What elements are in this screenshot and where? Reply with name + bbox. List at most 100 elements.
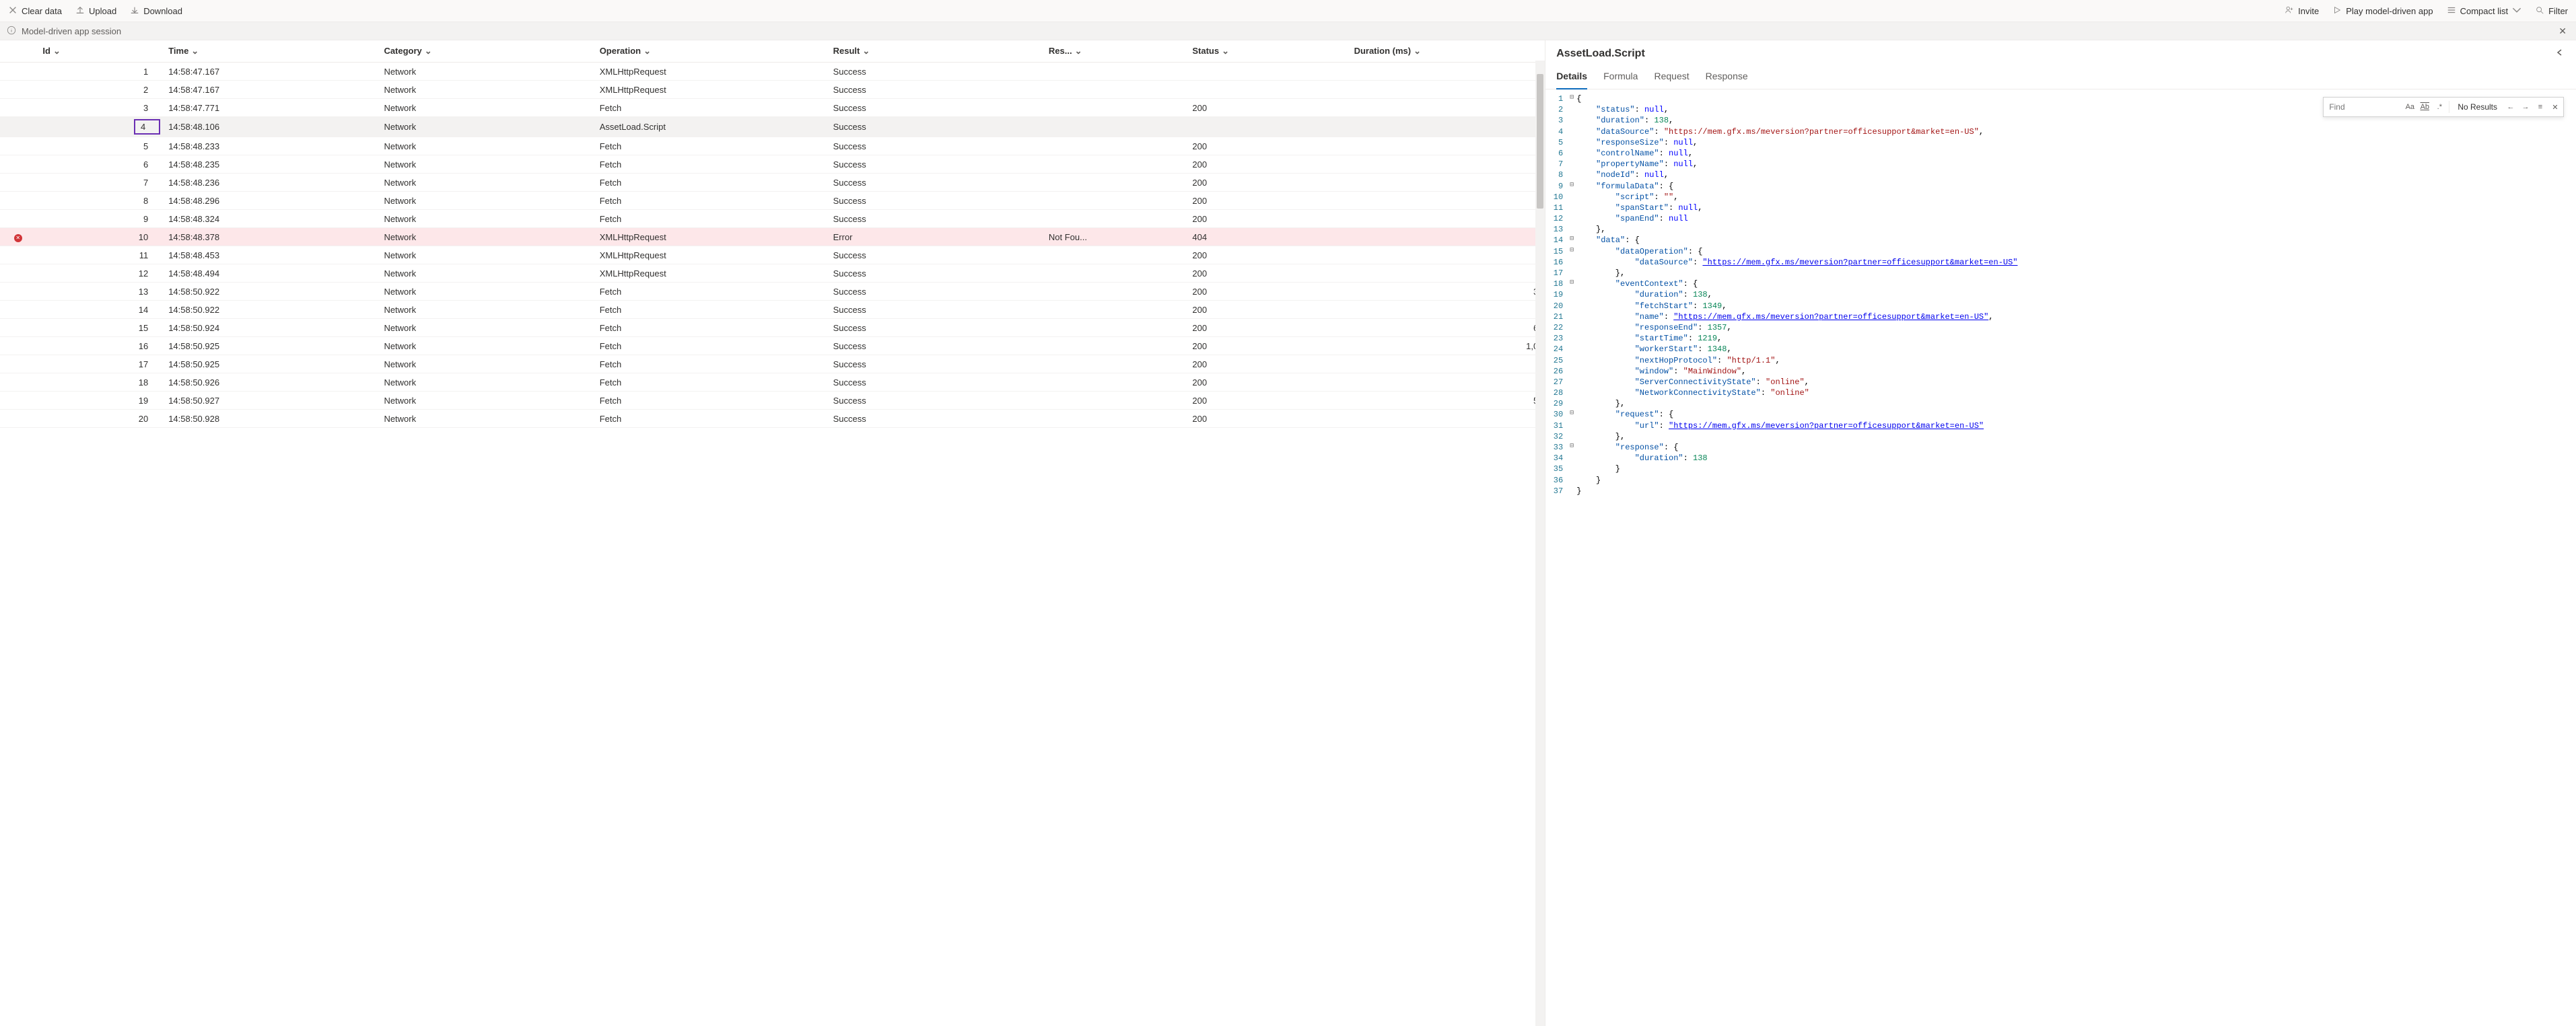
cell-category: Network	[377, 81, 592, 99]
col-time[interactable]: Time⌄	[162, 40, 377, 63]
code-content: "data": {	[1576, 235, 1640, 246]
col-result[interactable]: Result⌄	[827, 40, 1042, 63]
cell-result: Success	[827, 137, 1042, 155]
code-content: "duration": 138,	[1576, 289, 1712, 300]
cell-status: 200	[1185, 99, 1347, 117]
cell-res-info	[1042, 283, 1186, 301]
code-content: }	[1576, 464, 1620, 474]
line-number: 15	[1545, 246, 1567, 257]
clear-data-button[interactable]: Clear data	[8, 5, 62, 17]
find-selection-button[interactable]: ≡	[2535, 102, 2546, 112]
code-line: 10 "script": "",	[1545, 192, 2576, 203]
code-line: 19 "duration": 138,	[1545, 289, 2576, 300]
table-row[interactable]: 1714:58:50.925NetworkFetchSuccess200	[0, 355, 1545, 373]
cell-category: Network	[377, 373, 592, 392]
fold-toggle[interactable]: ⊟	[1567, 94, 1576, 103]
code-line: 16 "dataSource": "https://mem.gfx.ms/mev…	[1545, 257, 2576, 268]
line-number: 17	[1545, 268, 1567, 279]
table-row[interactable]: 1214:58:48.494NetworkXMLHttpRequestSucce…	[0, 264, 1545, 283]
table-row[interactable]: 314:58:47.771NetworkFetchSuccess200	[0, 99, 1545, 117]
col-status[interactable]: Status⌄	[1185, 40, 1347, 63]
table-row[interactable]: 1114:58:48.453NetworkXMLHttpRequestSucce…	[0, 246, 1545, 264]
cell-res-info	[1042, 301, 1186, 319]
cell-category: Network	[377, 192, 592, 210]
tab-request[interactable]: Request	[1654, 67, 1689, 89]
find-input[interactable]	[2326, 101, 2400, 113]
fold-toggle[interactable]: ⊟	[1567, 279, 1576, 288]
json-viewer[interactable]: 1⊟{2 "status": null,3 "duration": 138,4 …	[1545, 89, 2576, 1026]
fold-toggle[interactable]: ⊟	[1567, 235, 1576, 244]
cell-result: Success	[827, 174, 1042, 192]
code-content: "spanStart": null,	[1576, 203, 1702, 213]
cell-res-info	[1042, 155, 1186, 174]
cell-time: 14:58:50.922	[162, 301, 377, 319]
col-res-info[interactable]: Res...⌄	[1042, 40, 1186, 63]
find-prev-button[interactable]: ←	[2505, 102, 2516, 112]
cell-id: 10	[36, 228, 162, 246]
row-status-icon	[0, 192, 36, 210]
table-row[interactable]: 414:58:48.106NetworkAssetLoad.ScriptSucc…	[0, 117, 1545, 137]
table-row[interactable]: 114:58:47.167NetworkXMLHttpRequestSucces…	[0, 63, 1545, 81]
invite-button[interactable]: Invite	[2285, 5, 2319, 17]
vertical-scrollbar[interactable]	[1535, 61, 1545, 1026]
line-number: 22	[1545, 322, 1567, 333]
line-number: 27	[1545, 377, 1567, 388]
col-operation[interactable]: Operation⌄	[593, 40, 827, 63]
tab-response[interactable]: Response	[1706, 67, 1748, 89]
line-number: 29	[1545, 398, 1567, 409]
col-category[interactable]: Category⌄	[377, 40, 592, 63]
cell-operation: Fetch	[593, 301, 827, 319]
cell-category: Network	[377, 210, 592, 228]
table-row[interactable]: 614:58:48.235NetworkFetchSuccess200	[0, 155, 1545, 174]
table-row[interactable]: ✕1014:58:48.378NetworkXMLHttpRequestErro…	[0, 228, 1545, 246]
row-status-icon: ✕	[0, 228, 36, 246]
table-row[interactable]: 1514:58:50.924NetworkFetchSuccess2006	[0, 319, 1545, 337]
code-content: }	[1576, 475, 1601, 486]
table-row[interactable]: 1414:58:50.922NetworkFetchSuccess200	[0, 301, 1545, 319]
line-number: 20	[1545, 301, 1567, 312]
cell-duration	[1348, 117, 1545, 137]
play-app-button[interactable]: Play model-driven app	[2332, 5, 2433, 17]
table-row[interactable]: 1814:58:50.926NetworkFetchSuccess200	[0, 373, 1545, 392]
table-row[interactable]: 1614:58:50.925NetworkFetchSuccess2001,0	[0, 337, 1545, 355]
table-row[interactable]: 514:58:48.233NetworkFetchSuccess200	[0, 137, 1545, 155]
fold-toggle[interactable]: ⊟	[1567, 409, 1576, 418]
whole-word-button[interactable]: Ab	[2419, 102, 2430, 112]
download-button[interactable]: Download	[130, 5, 182, 17]
find-close-button[interactable]: ✕	[2550, 102, 2561, 112]
detail-tabs: Details Formula Request Response	[1545, 60, 2576, 89]
toolbar-right: Invite Play model-driven app Compact lis…	[2285, 5, 2568, 17]
col-id[interactable]: Id⌄	[36, 40, 162, 63]
cell-time: 14:58:48.233	[162, 137, 377, 155]
cell-result: Success	[827, 81, 1042, 99]
tab-formula[interactable]: Formula	[1603, 67, 1638, 89]
cell-status: 200	[1185, 264, 1347, 283]
fold-toggle[interactable]: ⊟	[1567, 442, 1576, 451]
col-duration[interactable]: Duration (ms)⌄	[1348, 40, 1545, 63]
table-row[interactable]: 214:58:47.167NetworkXMLHttpRequestSucces…	[0, 81, 1545, 99]
upload-button[interactable]: Upload	[75, 5, 116, 17]
table-row[interactable]: 714:58:48.236NetworkFetchSuccess200	[0, 174, 1545, 192]
cell-category: Network	[377, 264, 592, 283]
fold-toggle[interactable]: ⊟	[1567, 181, 1576, 190]
match-case-button[interactable]: Aa	[2404, 102, 2415, 112]
regex-button[interactable]: .*	[2434, 102, 2445, 112]
table-row[interactable]: 814:58:48.296NetworkFetchSuccess200	[0, 192, 1545, 210]
tab-details[interactable]: Details	[1556, 67, 1587, 89]
col-icon[interactable]	[0, 40, 36, 63]
table-row[interactable]: 2014:58:50.928NetworkFetchSuccess200	[0, 410, 1545, 428]
find-next-button[interactable]: →	[2520, 102, 2531, 112]
events-table-wrap[interactable]: Id⌄ Time⌄ Category⌄ Operation⌄ Result⌄ R…	[0, 40, 1545, 1026]
compact-list-button[interactable]: Compact list	[2447, 5, 2522, 17]
scrollbar-thumb[interactable]	[1537, 74, 1543, 209]
cell-duration	[1348, 301, 1545, 319]
expand-pane-button[interactable]	[2554, 47, 2565, 60]
filter-button[interactable]: Filter	[2535, 5, 2568, 17]
row-status-icon	[0, 410, 36, 428]
session-close-button[interactable]: ✕	[2556, 26, 2569, 37]
cell-id: 4	[36, 117, 162, 137]
fold-toggle[interactable]: ⊟	[1567, 246, 1576, 256]
table-row[interactable]: 1314:58:50.922NetworkFetchSuccess2003	[0, 283, 1545, 301]
table-row[interactable]: 1914:58:50.927NetworkFetchSuccess2005	[0, 392, 1545, 410]
table-row[interactable]: 914:58:48.324NetworkFetchSuccess200	[0, 210, 1545, 228]
